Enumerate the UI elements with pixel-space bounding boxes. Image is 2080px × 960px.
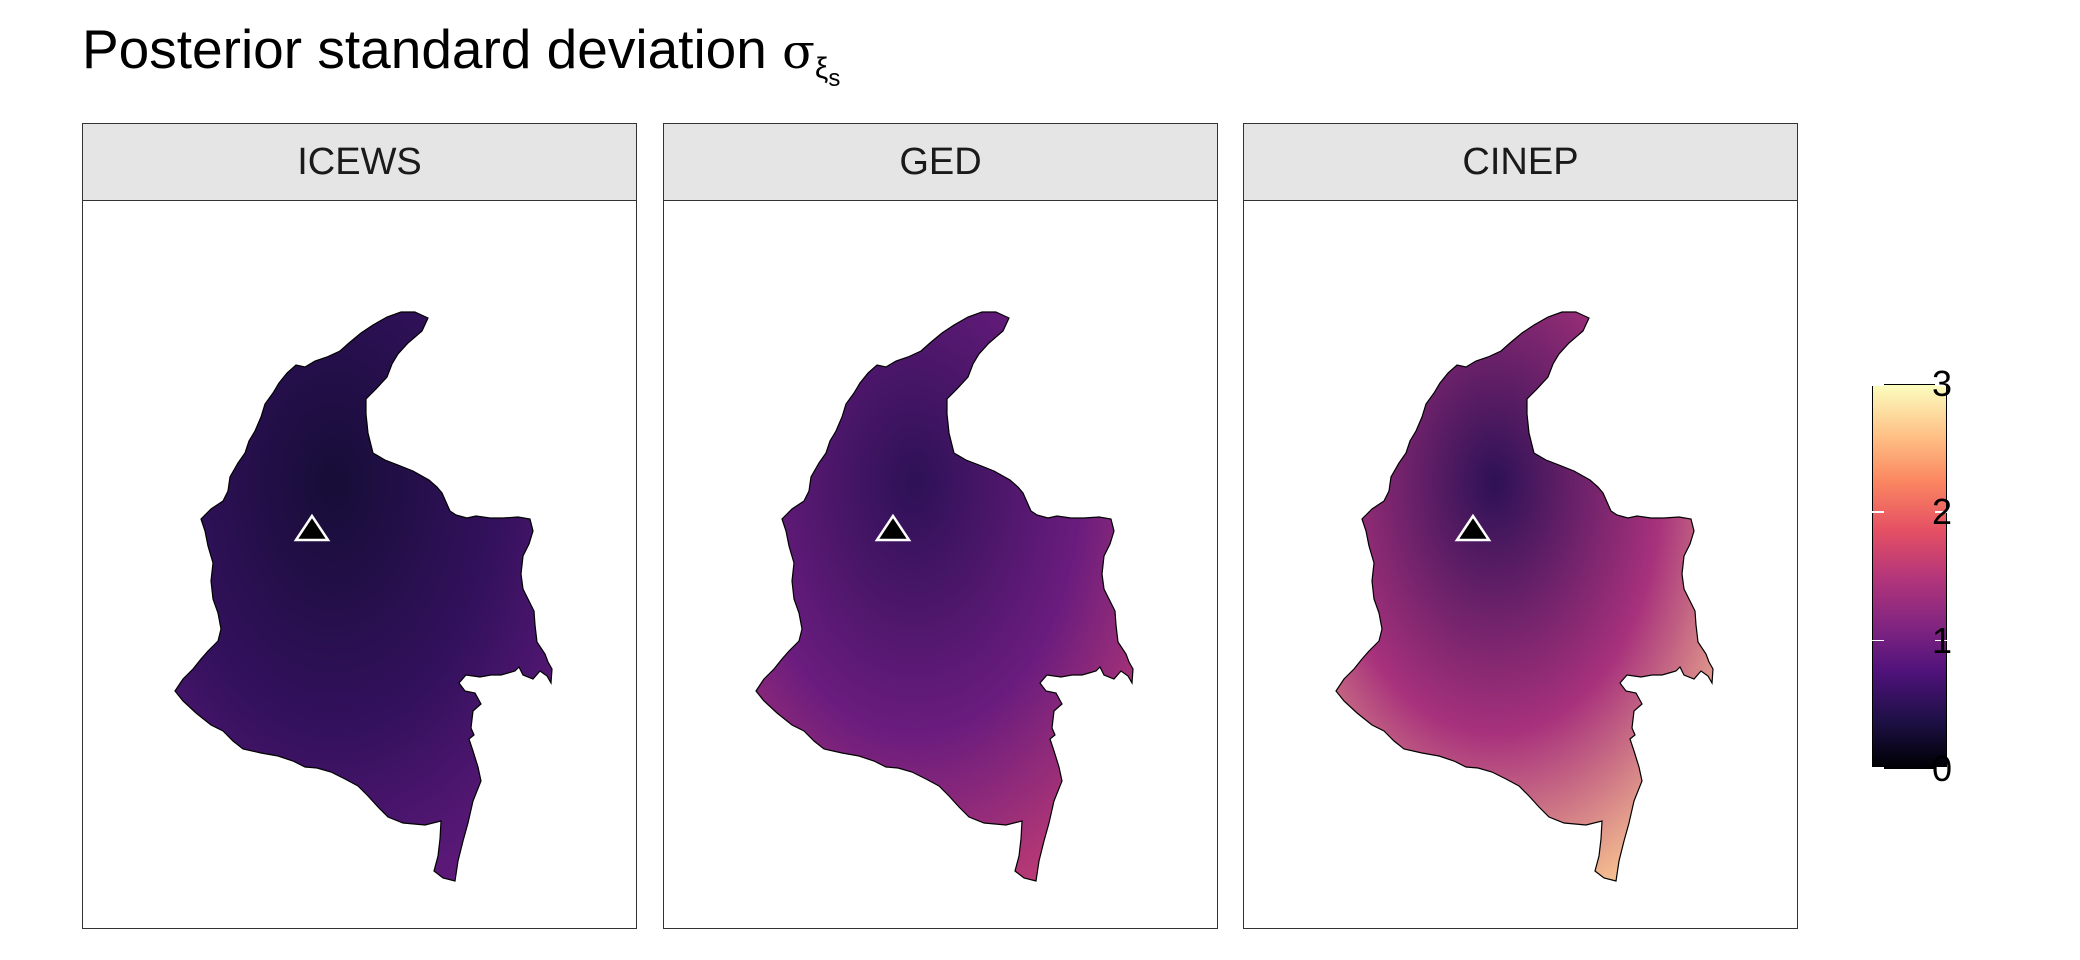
xi-subscript: ξ <box>814 52 829 85</box>
colorbar-tick <box>1872 511 1884 513</box>
s-subscript: s <box>828 65 841 92</box>
colorbar-tick <box>1872 767 1884 769</box>
panel-cinep: CINEP <box>1243 123 1798 929</box>
panel-strip-icews: ICEWS <box>83 124 636 201</box>
colorbar-gradient <box>1872 384 1947 769</box>
country-surface <box>755 311 1134 882</box>
colorbar-tick-label: 1 <box>1932 619 1953 661</box>
panel-strip-cinep: CINEP <box>1244 124 1797 201</box>
map-cinep <box>1335 311 1714 882</box>
country-surface <box>1335 311 1714 882</box>
map-ged <box>755 311 1134 882</box>
chart-title-text: Posterior standard deviation <box>82 18 767 80</box>
colorbar-tick-label: 3 <box>1932 363 1953 404</box>
country-surface <box>174 311 553 882</box>
colorbar-tick-label: 0 <box>1932 748 1953 789</box>
chart-title: Posterior standard deviation σξs <box>82 14 840 114</box>
panel-icews: ICEWS <box>82 123 637 929</box>
colorbar-tick <box>1872 384 1884 386</box>
map-icews <box>174 311 553 882</box>
panel-strip-ged: GED <box>664 124 1217 201</box>
colorbar <box>1872 384 1947 769</box>
panel-ged: GED <box>663 123 1218 929</box>
sigma-symbol: σ <box>782 24 815 80</box>
colorbar-tick-label: 2 <box>1932 491 1953 533</box>
colorbar-tick <box>1872 639 1884 642</box>
